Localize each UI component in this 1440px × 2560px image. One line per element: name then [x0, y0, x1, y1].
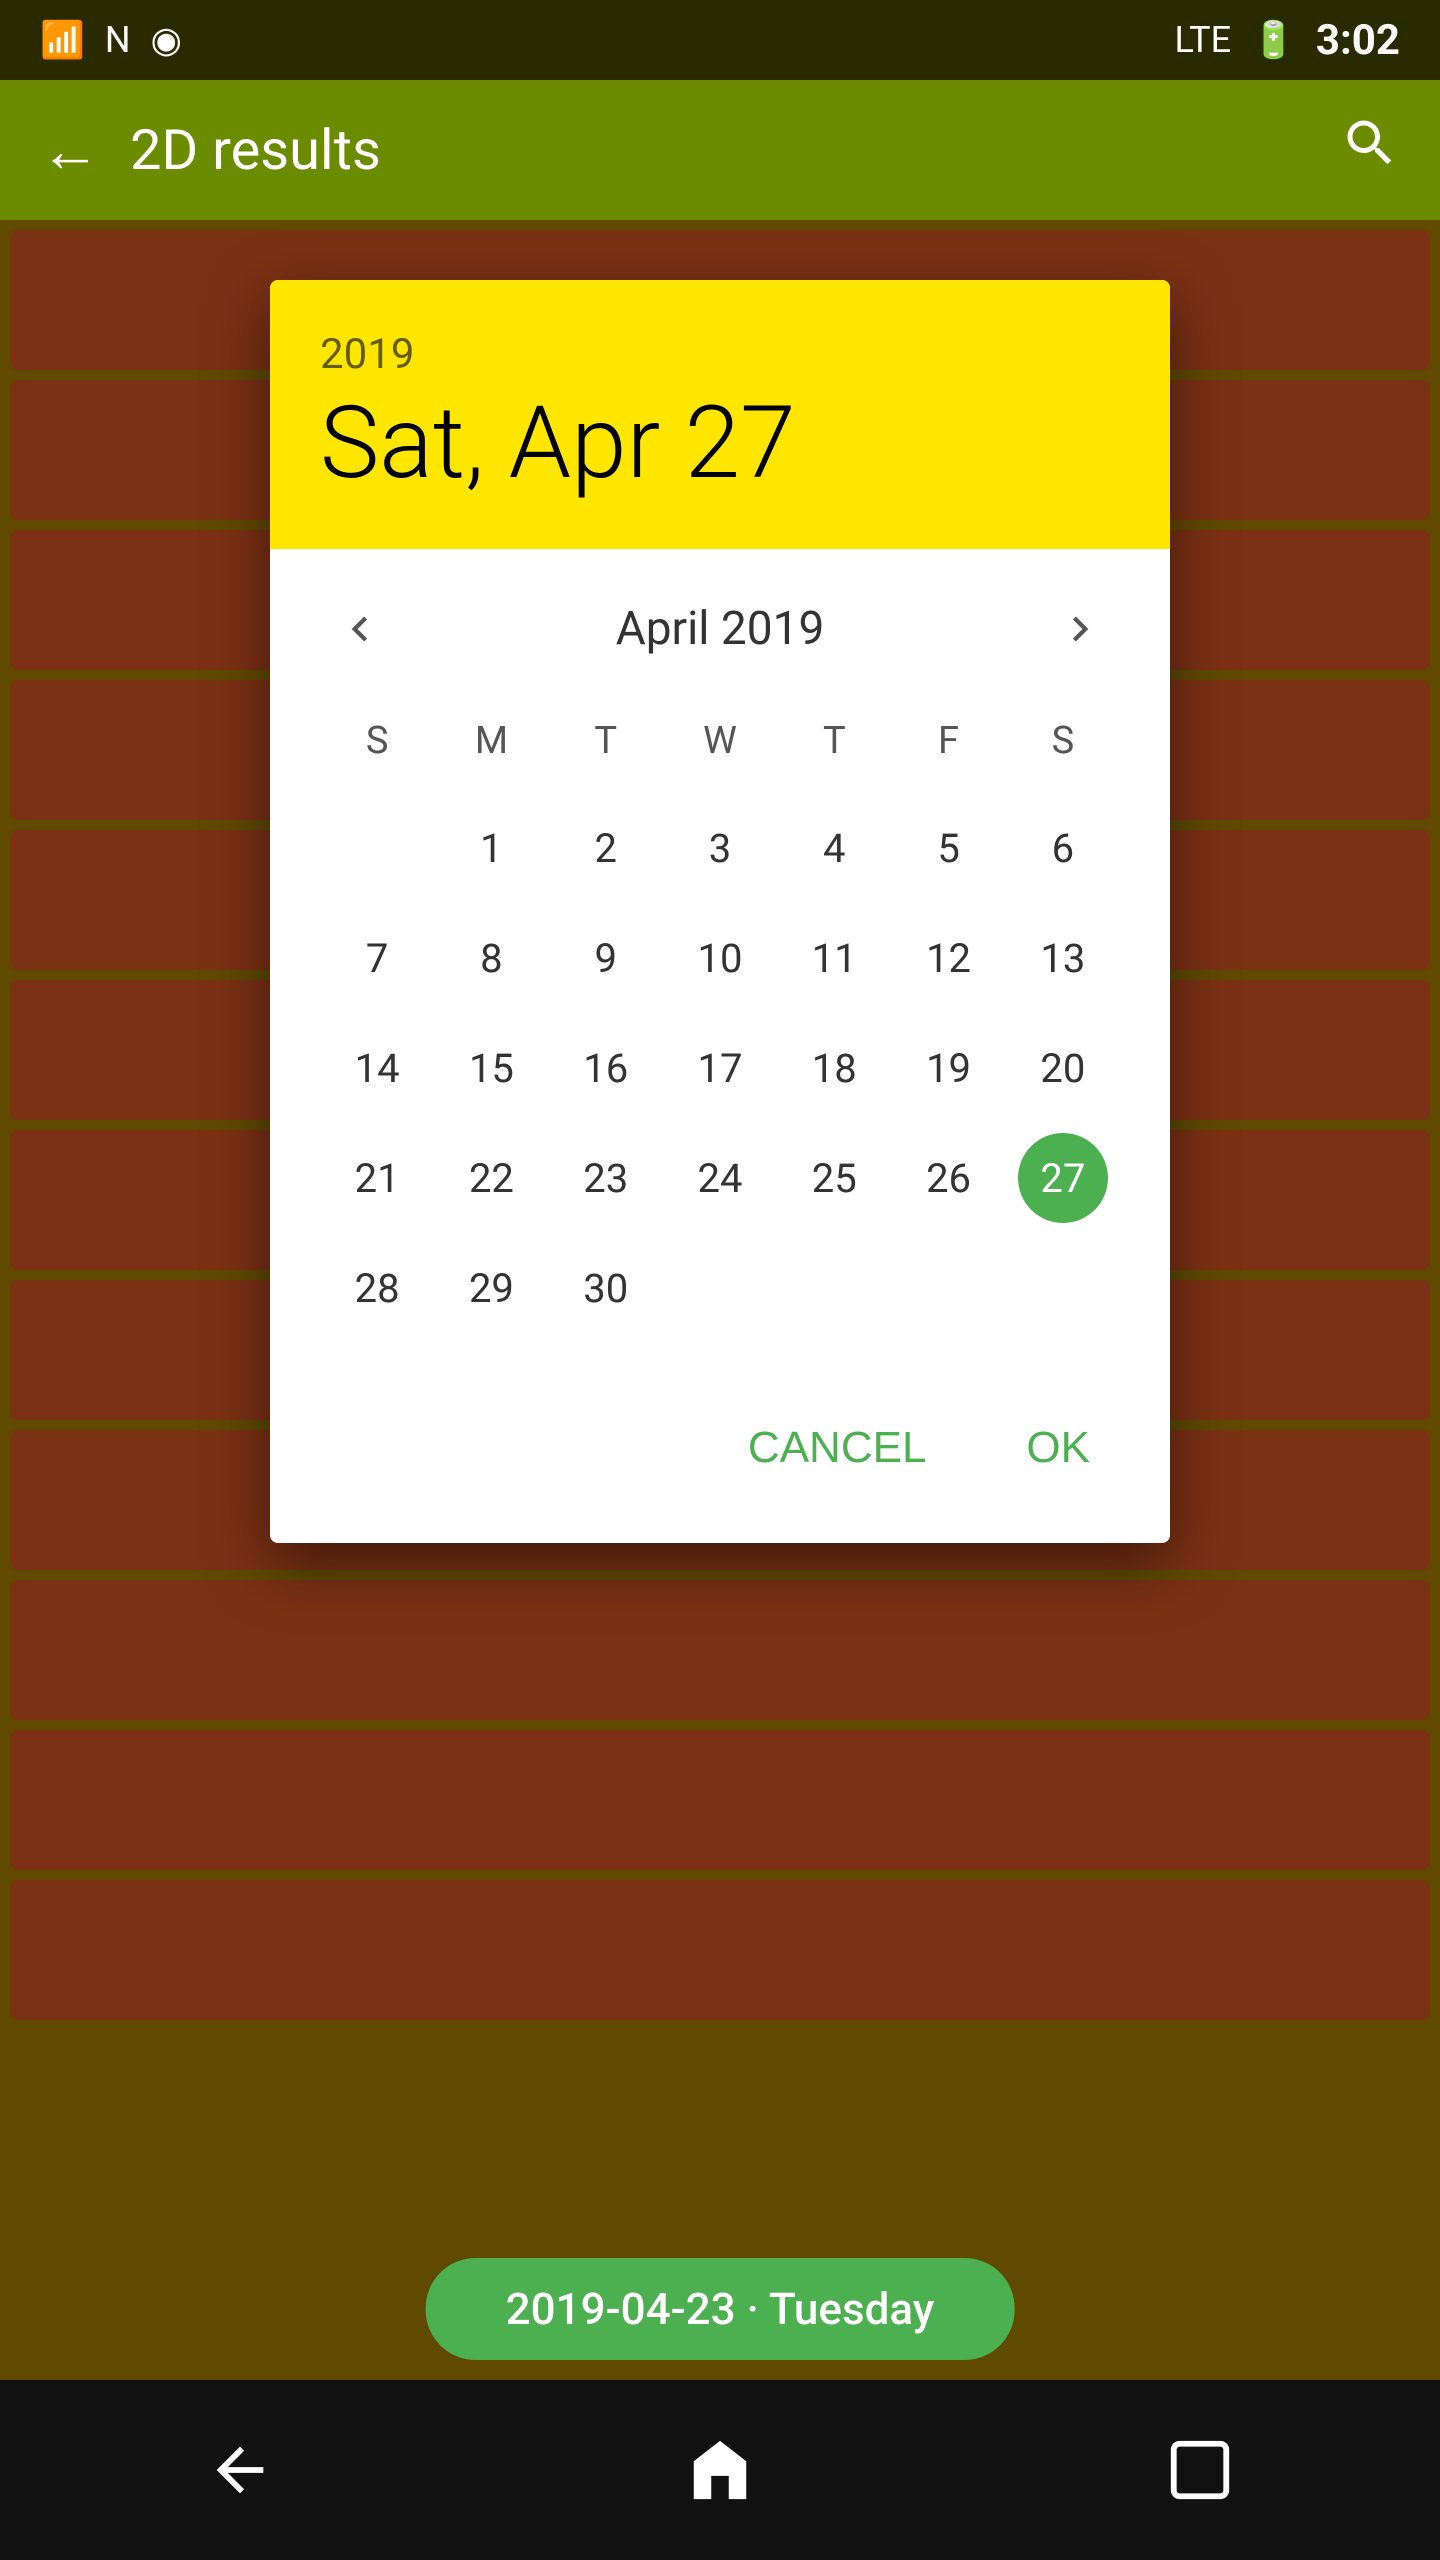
cal-day-15[interactable]: 15 — [434, 1013, 548, 1123]
cal-day-10[interactable]: 10 — [663, 903, 777, 1013]
month-title: April 2019 — [616, 602, 825, 656]
cal-day-30[interactable]: 30 — [549, 1233, 663, 1343]
location-icon: ◉ — [151, 19, 182, 61]
calendar-week-5: 28 29 30 — [320, 1233, 1120, 1343]
cal-day-14[interactable]: 14 — [320, 1013, 434, 1123]
signal-icon: 📶 — [40, 19, 85, 61]
cal-day-empty-2 — [663, 1233, 777, 1343]
nav-home-button[interactable] — [670, 2420, 770, 2520]
cal-day-23[interactable]: 23 — [549, 1123, 663, 1233]
cal-day-24[interactable]: 24 — [663, 1123, 777, 1233]
status-time: 3:02 — [1316, 16, 1400, 65]
cal-day-19[interactable]: 19 — [891, 1013, 1005, 1123]
cal-day-20[interactable]: 20 — [1006, 1013, 1120, 1123]
cal-day-13[interactable]: 13 — [1006, 903, 1120, 1013]
cal-day-22[interactable]: 22 — [434, 1123, 548, 1233]
cal-day-12[interactable]: 12 — [891, 903, 1005, 1013]
calendar-week-4: 21 22 23 24 25 26 27 — [320, 1123, 1120, 1233]
prev-month-button[interactable] — [320, 589, 400, 669]
battery-icon: 🔋 — [1251, 19, 1296, 61]
cal-day-3[interactable]: 3 — [663, 793, 777, 903]
calendar-week-3: 14 15 16 17 18 19 20 — [320, 1013, 1120, 1123]
calendar-week-1: 1 2 3 4 5 6 — [320, 793, 1120, 903]
dialog-selected-date: Sat, Apr 27 — [320, 389, 1120, 499]
ok-button[interactable]: OK — [996, 1403, 1120, 1493]
status-bar: 📶 N ◉ LTE 🔋 3:02 — [0, 0, 1440, 80]
cal-day-21[interactable]: 21 — [320, 1123, 434, 1233]
day-headers: S M T W T F S — [320, 709, 1120, 773]
nav-back-button[interactable] — [190, 2420, 290, 2520]
cal-day-26[interactable]: 26 — [891, 1123, 1005, 1233]
day-header-s2: S — [1006, 709, 1120, 773]
cal-day-11[interactable]: 11 — [777, 903, 891, 1013]
day-header-m: M — [434, 709, 548, 773]
cal-day-empty-3 — [777, 1233, 891, 1343]
next-month-button[interactable] — [1040, 589, 1120, 669]
app-bar: ← 2D results — [0, 80, 1440, 220]
calendar-week-2: 7 8 9 10 11 12 13 — [320, 903, 1120, 1013]
cal-day-29[interactable]: 29 — [434, 1233, 548, 1343]
cal-day-empty-1 — [320, 793, 434, 903]
cal-day-4[interactable]: 4 — [777, 793, 891, 903]
bottom-content: 2019-04-23 · Tuesday — [426, 2258, 1015, 2360]
day-header-f: F — [891, 709, 1005, 773]
search-button[interactable] — [1340, 113, 1400, 188]
dialog-year: 2019 — [320, 330, 1120, 379]
cal-day-28[interactable]: 28 — [320, 1233, 434, 1343]
status-bar-right: LTE 🔋 3:02 — [1175, 16, 1400, 65]
day-header-w: W — [663, 709, 777, 773]
day-header-t2: T — [777, 709, 891, 773]
cal-day-25[interactable]: 25 — [777, 1123, 891, 1233]
app-title: 2D results — [130, 117, 1340, 183]
calendar-grid: S M T W T F S 1 2 3 4 5 6 7 8 — [320, 709, 1120, 1343]
cal-day-17[interactable]: 17 — [663, 1013, 777, 1123]
cal-day-27[interactable]: 27 — [1006, 1123, 1120, 1233]
cal-day-18[interactable]: 18 — [777, 1013, 891, 1123]
month-nav: April 2019 — [320, 589, 1120, 669]
bottom-date-button[interactable]: 2019-04-23 · Tuesday — [426, 2258, 1015, 2360]
cal-day-8[interactable]: 8 — [434, 903, 548, 1013]
wifi-icon: N — [105, 19, 131, 61]
dialog-body: April 2019 S M T W T F S 1 2 — [270, 549, 1170, 1373]
back-button[interactable]: ← — [40, 115, 100, 186]
day-header-t1: T — [549, 709, 663, 773]
cal-day-16[interactable]: 16 — [549, 1013, 663, 1123]
cal-day-empty-4 — [891, 1233, 1005, 1343]
cal-day-6[interactable]: 6 — [1006, 793, 1120, 903]
status-bar-left: 📶 N ◉ — [40, 19, 182, 61]
cal-day-7[interactable]: 7 — [320, 903, 434, 1013]
date-picker-dialog: 2019 Sat, Apr 27 April 2019 S M T — [270, 280, 1170, 1543]
nav-bar — [0, 2380, 1440, 2560]
day-header-s1: S — [320, 709, 434, 773]
dialog-actions: CANCEL OK — [270, 1373, 1170, 1543]
cancel-button[interactable]: CANCEL — [718, 1403, 957, 1493]
cal-day-empty-5 — [1006, 1233, 1120, 1343]
cal-day-5[interactable]: 5 — [891, 793, 1005, 903]
lte-icon: LTE — [1175, 19, 1232, 61]
dialog-header: 2019 Sat, Apr 27 — [270, 280, 1170, 549]
nav-recents-button[interactable] — [1150, 2420, 1250, 2520]
cal-day-9[interactable]: 9 — [549, 903, 663, 1013]
cal-day-2[interactable]: 2 — [549, 793, 663, 903]
cal-day-1[interactable]: 1 — [434, 793, 548, 903]
